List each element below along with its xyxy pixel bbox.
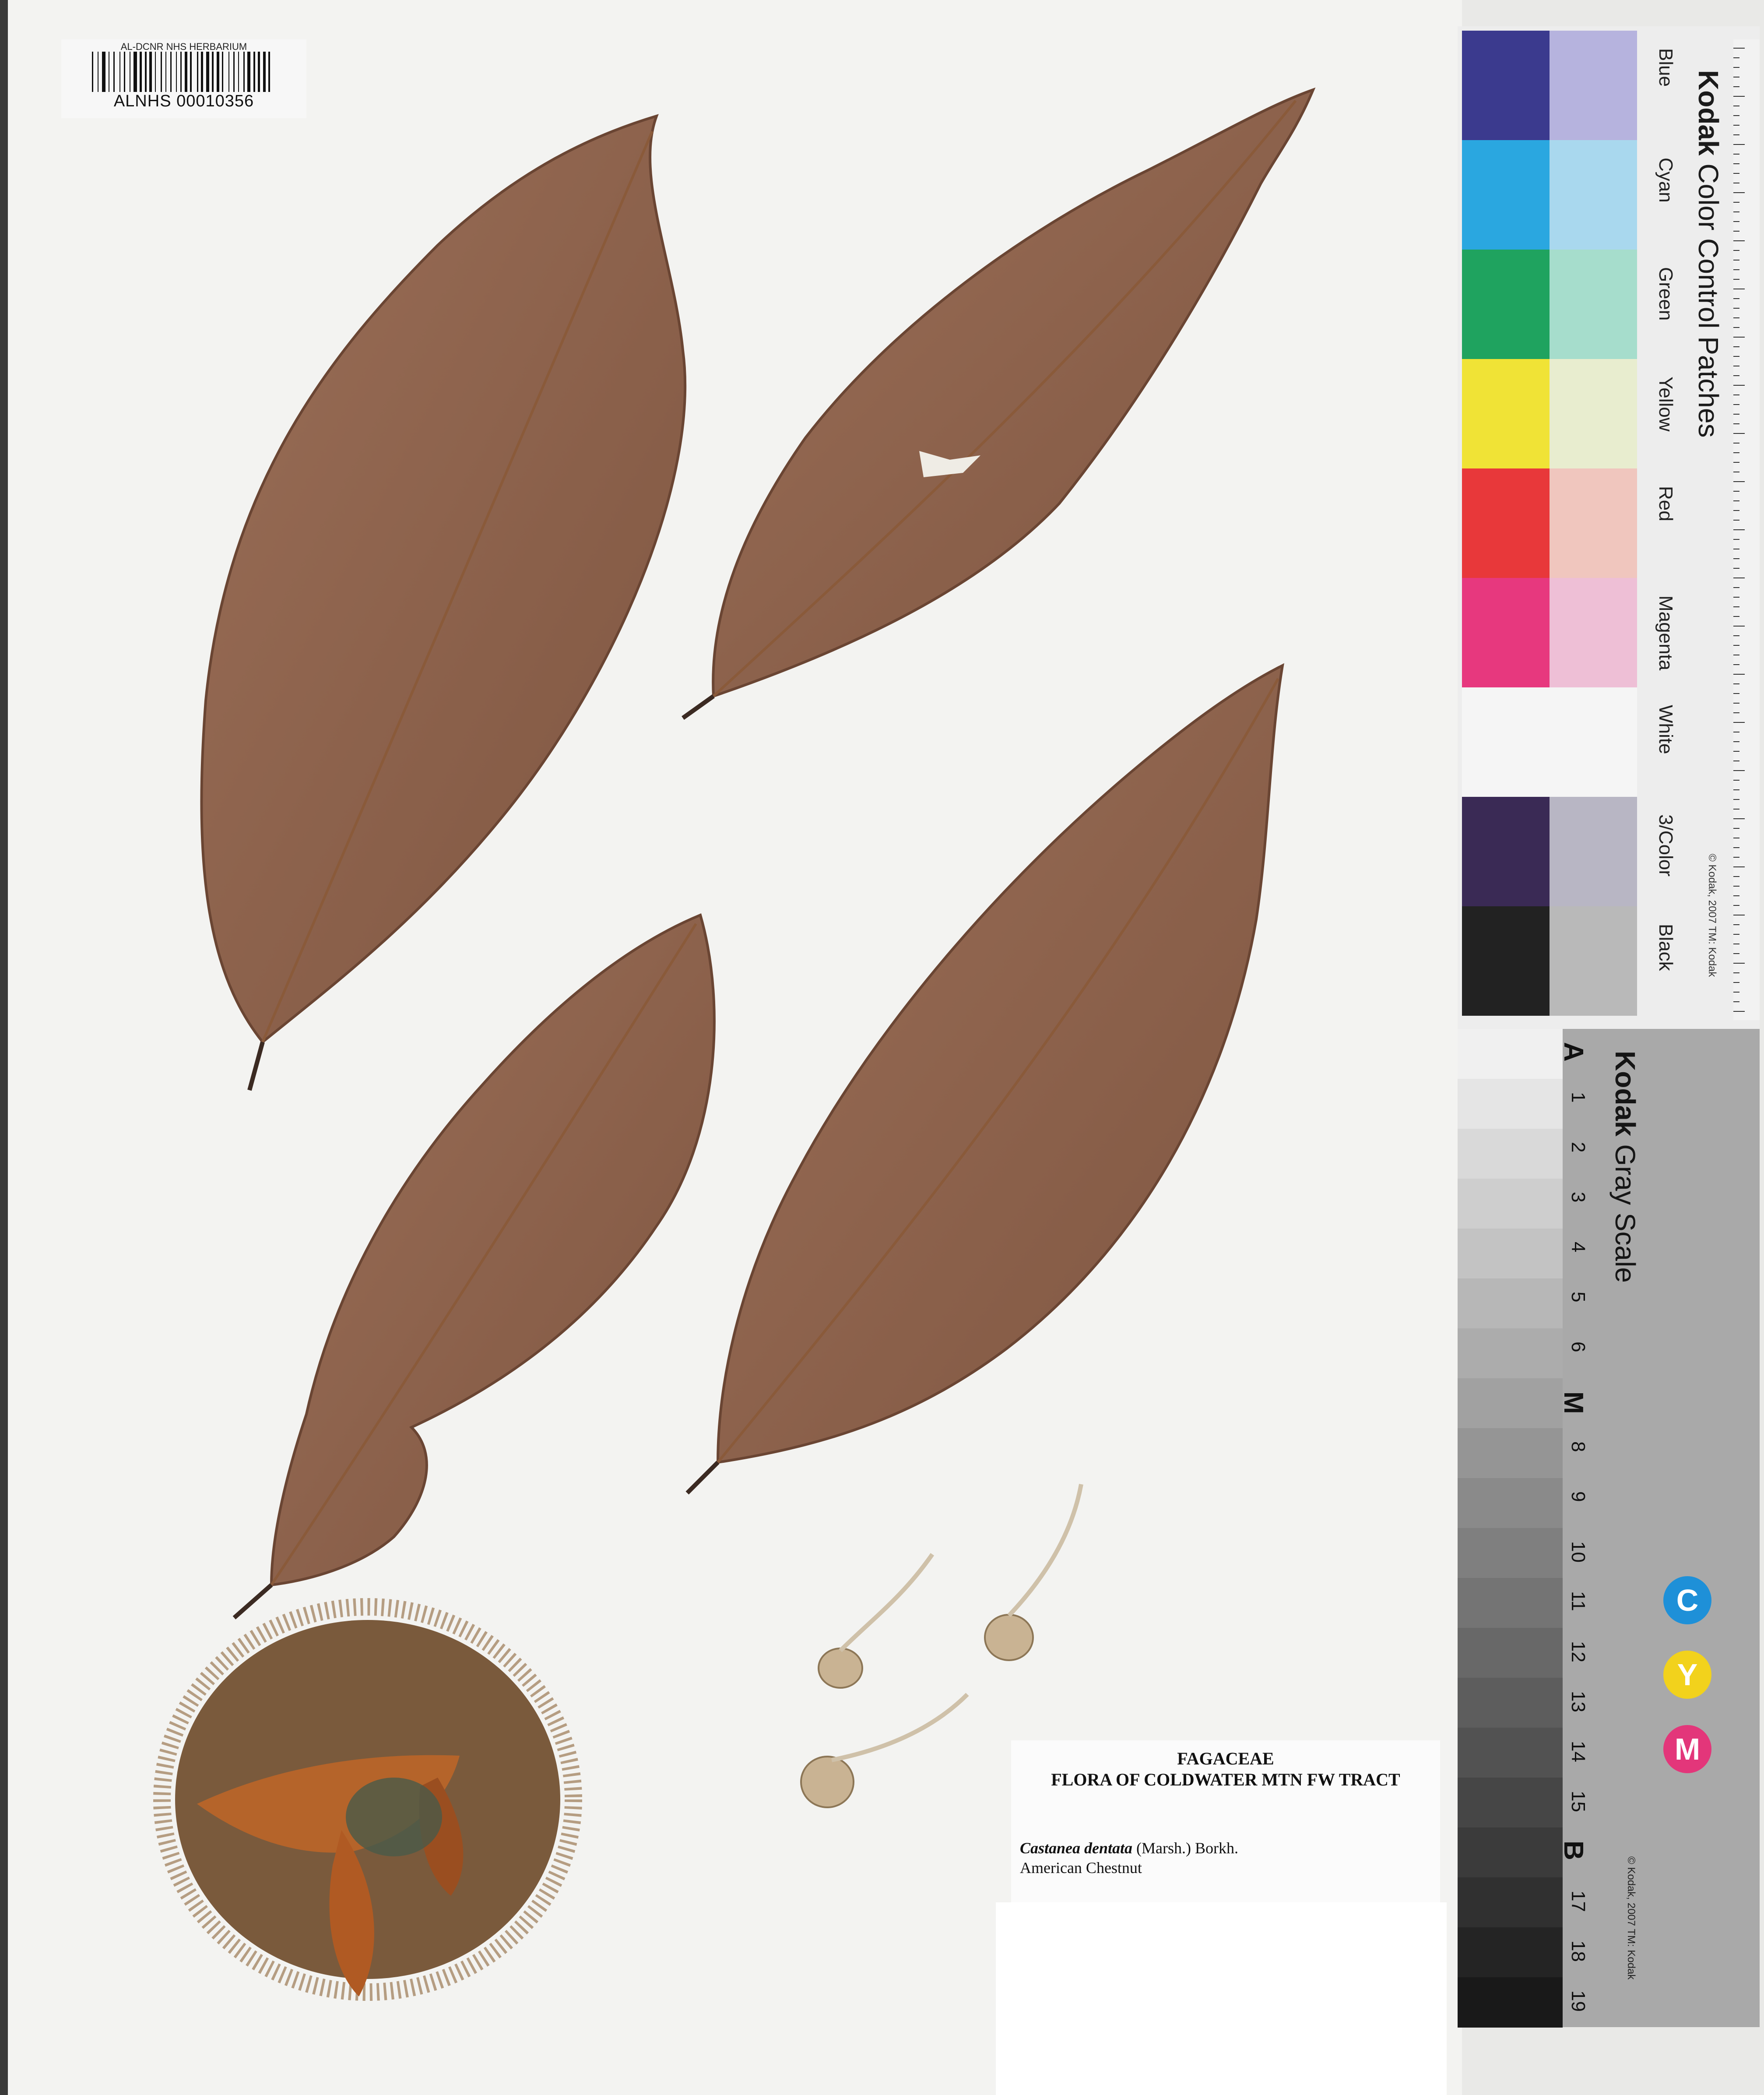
cmy-dot-y: Y xyxy=(1663,1651,1711,1699)
cmy-dot-m: M xyxy=(1663,1725,1711,1773)
gray-steps xyxy=(1458,1029,1563,2028)
gray-step xyxy=(1458,1578,1563,1628)
patch-red-light xyxy=(1550,468,1637,578)
gray-step xyxy=(1458,1278,1563,1329)
family-name: FAGACEAE xyxy=(1177,1749,1274,1768)
herbarium-label: FAGACEAE FLORA OF COLDWATER MTN FW TRACT… xyxy=(1011,1740,1440,1902)
gray-card-subtitle: Gray Scale xyxy=(1609,1144,1641,1283)
leaf-upper-left xyxy=(200,114,687,1091)
patch-label: Cyan xyxy=(1655,158,1676,203)
gray-step xyxy=(1458,1678,1563,1728)
patch-label: 3/Color xyxy=(1655,814,1676,877)
gray-step xyxy=(1458,1328,1563,1379)
patch-yellow-light xyxy=(1550,359,1637,468)
color-card-brand: Kodak xyxy=(1693,70,1724,156)
color-control-card: Blue Cyan Green Yellow Red Magenta White 3/Colo… xyxy=(1458,26,1760,1029)
gray-step-label: 18 xyxy=(1567,1940,1589,1962)
gray-step-label: 10 xyxy=(1567,1541,1589,1563)
patch-label: Magenta xyxy=(1655,595,1676,671)
gray-step xyxy=(1458,1528,1563,1578)
patch-3-color-light xyxy=(1550,797,1637,906)
patch-white-dark xyxy=(1462,687,1550,797)
gray-step xyxy=(1458,1628,1563,1678)
patch-label: Black xyxy=(1655,924,1676,971)
gray-number-column xyxy=(1563,1029,1760,2027)
gray-step-label: 5 xyxy=(1567,1292,1589,1303)
gray-step-label: 14 xyxy=(1567,1741,1589,1762)
gray-step-label: 13 xyxy=(1567,1691,1589,1712)
cmy-dot-c: C xyxy=(1663,1576,1711,1624)
gray-step xyxy=(1458,1827,1563,1878)
patch-red-dark xyxy=(1462,468,1550,578)
gray-step xyxy=(1458,1079,1563,1129)
patch-green-dark xyxy=(1462,250,1550,359)
color-card-title: Kodak Color Control Patches xyxy=(1692,70,1725,437)
common-name: American Chestnut xyxy=(1020,1859,1142,1877)
gray-step-label: 17 xyxy=(1567,1891,1589,1912)
patch-label: Red xyxy=(1655,486,1676,521)
taxon-line: Castanea dentata (Marsh.) Borkh. xyxy=(1020,1839,1238,1857)
authority: (Marsh.) Borkh. xyxy=(1136,1839,1238,1857)
gray-step-label: 3 xyxy=(1567,1192,1589,1203)
gray-step xyxy=(1458,1428,1563,1479)
patch-cyan-light xyxy=(1550,140,1637,250)
gray-card-title: Kodak Gray Scale xyxy=(1609,1051,1641,1283)
color-card-subtitle: Color Control Patches xyxy=(1693,163,1724,438)
patch-black-light xyxy=(1550,906,1637,1016)
gray-step-label: B xyxy=(1558,1841,1588,1860)
patch-magenta-dark xyxy=(1462,578,1550,687)
project-name: FLORA OF COLDWATER MTN FW TRACT xyxy=(1051,1770,1400,1789)
gray-step-label: 9 xyxy=(1567,1491,1589,1502)
gray-step xyxy=(1458,1728,1563,1778)
patch-3-color-dark xyxy=(1462,797,1550,906)
leaf-lower-left xyxy=(232,913,716,1620)
gray-step-label: 19 xyxy=(1567,1990,1589,2012)
patch-magenta-light xyxy=(1550,578,1637,687)
gray-step-label: 8 xyxy=(1567,1441,1589,1452)
gray-step xyxy=(1458,1229,1563,1279)
patch-green-light xyxy=(1550,250,1637,359)
patch-label: Yellow xyxy=(1655,377,1676,432)
gray-step-label: M xyxy=(1558,1391,1588,1414)
gray-step xyxy=(1458,1778,1563,1828)
patch-yellow-dark xyxy=(1462,359,1550,468)
blank-label-area xyxy=(996,1902,1447,2095)
gray-step-label: 2 xyxy=(1567,1142,1589,1153)
gray-step-label: 12 xyxy=(1567,1641,1589,1662)
gray-step-label: 11 xyxy=(1567,1591,1589,1611)
gray-step xyxy=(1458,1478,1563,1528)
gray-step-label: A xyxy=(1558,1042,1588,1062)
patch-blue-dark xyxy=(1462,31,1550,140)
scientific-name: Castanea dentata xyxy=(1020,1839,1133,1857)
leaf-lower-right xyxy=(685,663,1284,1495)
patch-cyan-dark xyxy=(1462,140,1550,250)
gray-card-copyright: © Kodak, 2007 TM: Kodak xyxy=(1625,1856,1637,1980)
color-card-copyright: © Kodak, 2007 TM: Kodak xyxy=(1706,854,1718,977)
gray-step xyxy=(1458,1179,1563,1229)
gray-step xyxy=(1458,1129,1563,1179)
gray-step xyxy=(1458,1378,1563,1429)
leaf-upper-right xyxy=(682,87,1316,720)
gray-card-brand: Kodak xyxy=(1609,1051,1641,1137)
gray-scale-card: A 1 2 3 4 5 6 M 8 9 10 11 12 13 14 15 B 17 18 19 Kodak Gray… xyxy=(1458,1029,1760,2028)
gray-step xyxy=(1458,1977,1563,2028)
patch-black-dark xyxy=(1462,906,1550,1016)
gray-step-label: 1 xyxy=(1567,1092,1589,1103)
patch-white-light xyxy=(1550,687,1637,797)
gray-step-label: 4 xyxy=(1567,1242,1589,1253)
gray-step-label: 15 xyxy=(1567,1791,1589,1812)
patch-label: White xyxy=(1655,705,1676,754)
gray-step-label: 6 xyxy=(1567,1342,1589,1352)
patch-blue-light xyxy=(1550,31,1637,140)
gray-step xyxy=(1458,1877,1563,1928)
gray-step xyxy=(1458,1927,1563,1978)
chestnut-burr xyxy=(153,1598,582,2001)
ruler-icon xyxy=(1733,39,1760,1020)
gray-step xyxy=(1458,1029,1563,1079)
patch-label: Green xyxy=(1655,267,1676,321)
patch-label: Blue xyxy=(1655,48,1676,87)
